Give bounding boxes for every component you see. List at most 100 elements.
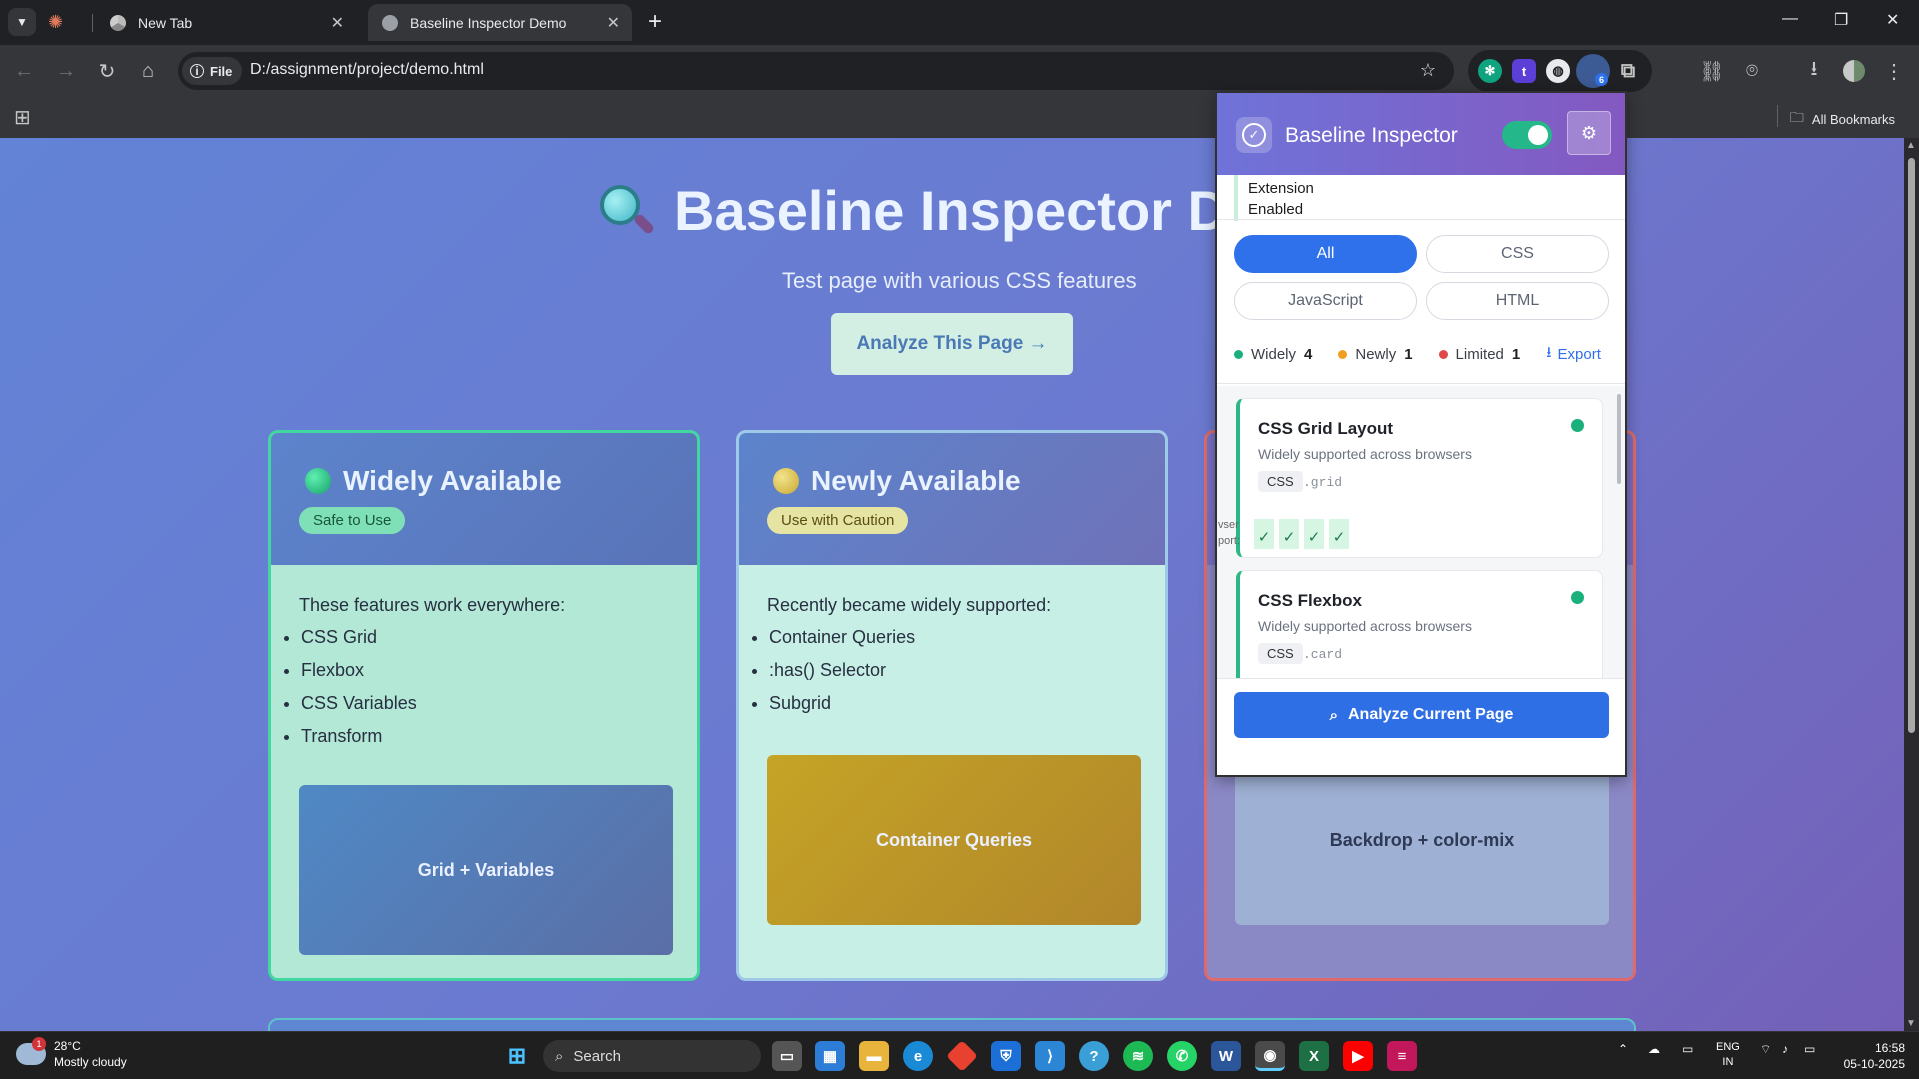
close-icon[interactable]: ✕ (331, 13, 344, 33)
page-scrollbar[interactable]: ▲ ▼ (1904, 138, 1919, 1031)
word-icon[interactable]: W (1211, 1041, 1241, 1071)
tab-pinned[interactable]: ✺ (44, 4, 84, 41)
close-icon[interactable]: ✕ (607, 13, 620, 33)
language-indicator[interactable]: ENG IN (1716, 1040, 1740, 1070)
stat-label: Widely (1251, 345, 1297, 363)
filter-html[interactable]: HTML (1426, 282, 1609, 320)
chrome-taskbar-icon[interactable]: ◉ (1255, 1041, 1285, 1071)
card-intro: Recently became widely supported: (767, 595, 1052, 615)
new-tab-button[interactable]: + (648, 10, 662, 34)
settings-icon[interactable]: ⚙ (1567, 111, 1611, 155)
reload-icon[interactable]: ↻ (93, 57, 121, 85)
check-icon: ✓ (1329, 519, 1349, 549)
bookmark-star-icon[interactable]: ☆ (1420, 60, 1436, 81)
feature-description: Widely supported across browsers (1258, 618, 1472, 634)
url-text[interactable]: D:/assignment/project/demo.html (250, 61, 484, 79)
forward-icon[interactable]: → (52, 57, 80, 85)
baseline-inspector-extension-icon[interactable]: 6 (1576, 54, 1610, 88)
t-extension-icon[interactable]: t (1512, 59, 1536, 83)
tab-baseline-inspector-demo[interactable]: Baseline Inspector Demo ✕ (368, 4, 632, 41)
tab-search-button[interactable]: ▼ (8, 8, 36, 36)
avatar (1843, 60, 1865, 82)
filter-css[interactable]: CSS (1426, 235, 1609, 273)
display-icon[interactable]: ▭ (1682, 1042, 1693, 1056)
scroll-up-icon[interactable]: ▲ (1906, 140, 1916, 151)
clock[interactable]: 16:58 05-10-2025 (1844, 1040, 1905, 1072)
filter-javascript[interactable]: JavaScript (1234, 282, 1417, 320)
store-icon[interactable]: ▦ (815, 1041, 845, 1071)
analyze-this-page-button[interactable]: Analyze This Page → (831, 313, 1073, 375)
feature-card[interactable]: CSS Flexbox Widely supported across brow… (1236, 570, 1603, 678)
bookmark-divider (1777, 105, 1778, 127)
puzzle-icon[interactable]: ⧉ (1616, 59, 1640, 83)
scroll-thumb[interactable] (1908, 158, 1915, 733)
volume-icon[interactable]: ♪ (1782, 1042, 1788, 1056)
profile-avatar[interactable] (1840, 57, 1868, 85)
file-explorer-icon[interactable]: ▬ (859, 1041, 889, 1071)
address-bar[interactable]: i File D:/assignment/project/demo.html ☆ (178, 52, 1454, 90)
close-window-icon[interactable]: ✕ (1886, 10, 1899, 30)
whatsapp-icon[interactable]: ✆ (1167, 1041, 1197, 1071)
taskbar-search[interactable]: ⌕ Search (543, 1040, 761, 1072)
download-icon[interactable]: ⭳ (1800, 57, 1828, 85)
stat-count: 1 (1511, 345, 1521, 363)
scroll-down-icon[interactable]: ▼ (1906, 1018, 1916, 1029)
git-icon[interactable] (946, 1040, 978, 1072)
language-line: ENG (1716, 1041, 1740, 1053)
filter-all[interactable]: All (1234, 235, 1417, 273)
feature-list: Container Queries :has() Selector Subgri… (749, 627, 915, 726)
baseline-inspector-popup: ✓ Baseline Inspector ⚙ Extension Enabled… (1215, 91, 1627, 777)
list-item: Flexbox (301, 660, 417, 683)
menu-kebab-icon[interactable]: ⋮ (1880, 57, 1908, 85)
back-icon[interactable]: ← (10, 57, 38, 85)
link-icon[interactable]: ⛓ (1698, 57, 1726, 85)
list-scrollbar[interactable] (1617, 394, 1621, 484)
enable-toggle[interactable] (1502, 121, 1552, 149)
chevron-down-icon: ▼ (16, 15, 28, 29)
youtube-icon[interactable]: ▶ (1343, 1041, 1373, 1071)
status-line: Extension (1248, 180, 1314, 197)
feature-selector: .card (1303, 647, 1343, 662)
feature-name: CSS Flexbox (1258, 591, 1362, 610)
weather-desc: Mostly cloudy (54, 1055, 127, 1069)
home-icon[interactable]: ⌂ (134, 57, 162, 85)
globe-extension-icon[interactable]: ◍ (1546, 59, 1570, 83)
divider (1217, 219, 1625, 220)
app-icon[interactable]: ≡ (1387, 1041, 1417, 1071)
analyze-label: Analyze Current Page (1348, 706, 1514, 723)
card-header: Widely Available Safe to Use (271, 433, 697, 565)
apps-grid-icon[interactable]: ⊞ (14, 105, 31, 130)
next-section-card (268, 1018, 1636, 1031)
lens-icon[interactable]: ⌾ (1738, 57, 1766, 85)
help-icon[interactable]: ? (1079, 1041, 1109, 1071)
feature-description: Widely supported across browsers (1258, 446, 1472, 462)
chatgpt-extension-icon[interactable]: ✻ (1478, 59, 1502, 83)
export-button[interactable]: ⭳ Export (1546, 342, 1601, 367)
defender-icon[interactable]: ⛨ (991, 1041, 1021, 1071)
card-title: Newly Available (811, 465, 1021, 496)
windows-start-icon[interactable]: ⊞ (502, 1041, 532, 1071)
stat-label: Newly (1355, 345, 1397, 363)
all-bookmarks-button[interactable]: 🗀 All Bookmarks (1790, 107, 1895, 131)
spotify-icon[interactable]: ≋ (1123, 1041, 1153, 1071)
list-item: Subgrid (769, 693, 915, 716)
feature-card[interactable]: CSS Grid Layout Widely supported across … (1218, 398, 1603, 558)
restore-icon[interactable]: ❐ (1834, 10, 1848, 30)
tab-new-tab[interactable]: New Tab ✕ (96, 4, 356, 41)
task-view-icon[interactable]: ▭ (772, 1041, 802, 1071)
site-info-chip[interactable]: i File (182, 57, 243, 85)
minimize-icon[interactable]: — (1782, 10, 1798, 28)
weather-widget[interactable]: 1 28°C Mostly cloudy (16, 1037, 127, 1070)
vscode-icon[interactable]: ⟩ (1035, 1041, 1065, 1071)
battery-icon[interactable]: ▭ (1804, 1042, 1815, 1056)
chevron-up-icon[interactable]: ⌃ (1618, 1042, 1628, 1056)
edge-icon[interactable]: e (903, 1041, 933, 1071)
analyze-current-page-button[interactable]: ⌕ Analyze Current Page (1234, 692, 1609, 738)
excel-icon[interactable]: X (1299, 1041, 1329, 1071)
bookmarks-bar: ⊞ 🗀 All Bookmarks (0, 97, 1919, 138)
yellow-dot-icon (773, 468, 799, 494)
onedrive-icon[interactable]: ☁ (1648, 1042, 1660, 1056)
stat-newly: Newly 1 (1338, 345, 1413, 363)
list-item: CSS Variables (301, 693, 417, 716)
wifi-icon[interactable]: ⌔ (1760, 1042, 1771, 1057)
